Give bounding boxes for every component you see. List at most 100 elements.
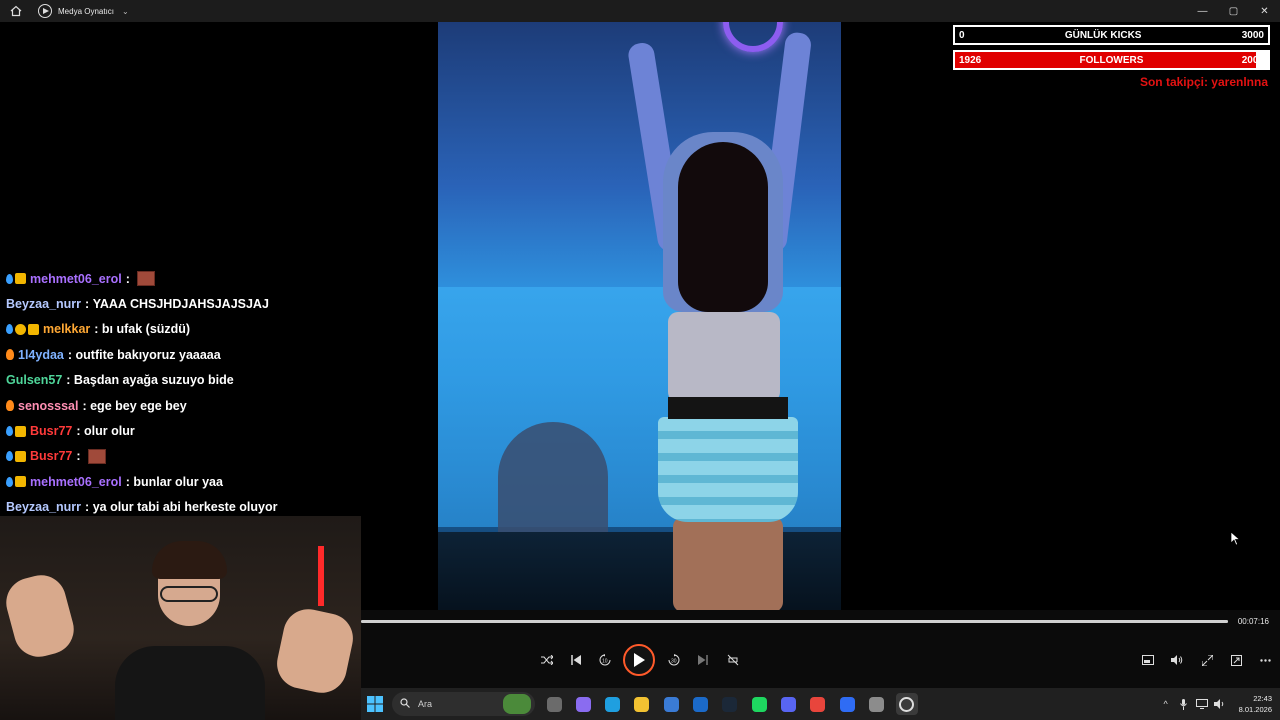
edge-icon[interactable]	[603, 694, 623, 714]
network-icon[interactable]	[1193, 695, 1211, 713]
home-icon[interactable]	[8, 3, 24, 19]
file-explorer-icon[interactable]	[544, 694, 564, 714]
blue-app-icon[interactable]	[837, 694, 857, 714]
chat-message: Beyzaa_nurr: YAAA CHSJHDJAHSJAJSJAJ	[0, 291, 438, 316]
system-clock[interactable]: 22:43 8.01.2026	[1239, 693, 1272, 715]
last-follower-text: Son takipçi: yarenlnna	[1139, 75, 1268, 89]
store-icon[interactable]	[661, 694, 681, 714]
chat-username[interactable]: Gulsen57	[6, 373, 62, 387]
chat-username[interactable]: Beyzaa_nurr	[6, 297, 81, 311]
cast-icon[interactable]	[1226, 650, 1246, 670]
crown-badge-icon	[15, 273, 26, 285]
chat-username[interactable]: Busr77	[30, 449, 72, 463]
performer-top	[668, 312, 780, 402]
user-badges	[6, 425, 26, 437]
media-player-icon[interactable]	[895, 693, 918, 715]
more-icon[interactable]	[1255, 650, 1275, 670]
close-button[interactable]: ✕	[1249, 0, 1280, 22]
window-title: Medya Oynatıcı	[58, 6, 115, 16]
folder-glyph	[634, 696, 650, 712]
speaker-icon[interactable]	[1211, 695, 1229, 713]
fullscreen-icon[interactable]	[1197, 650, 1217, 670]
taskbar: Ara ^ 22:43 8.01.2026	[361, 688, 1280, 720]
chat-username[interactable]: Busr77	[30, 424, 72, 438]
spotify-glyph	[751, 696, 767, 712]
chat-text: ege bey ege bey	[90, 398, 187, 413]
red-light	[318, 546, 324, 606]
maximize-button[interactable]: ▢	[1218, 0, 1249, 22]
spotify-icon[interactable]	[749, 694, 769, 714]
repeat-off-icon[interactable]	[723, 650, 743, 670]
play-button[interactable]	[623, 644, 655, 676]
user-badges	[6, 323, 39, 335]
user-badges	[6, 349, 14, 361]
chat-username[interactable]: mehmet06_erol	[30, 475, 122, 489]
title-bar: Medya Oynatıcı ⌄ — ▢ ✕	[0, 0, 1280, 22]
chat-text: bunlar olur yaa	[133, 474, 223, 489]
svg-text:30: 30	[671, 659, 677, 665]
chat-username[interactable]: senosssal	[18, 399, 78, 413]
volume-icon[interactable]	[1167, 650, 1187, 670]
kicks-label: GÜNLÜK KICKS	[1064, 29, 1142, 41]
media-controls: 00:07:16 10 30	[361, 610, 1280, 688]
kicks-goal-bar: 0 GÜNLÜK KICKS 3000	[953, 25, 1270, 45]
search-icon	[400, 698, 410, 710]
chat-overlay: mehmet06_erol: Beyzaa_nurr: YAAA CHSJHDJ…	[0, 266, 438, 520]
window-controls: — ▢ ✕	[1187, 0, 1280, 22]
purple-ring	[723, 22, 783, 52]
minimize-button[interactable]: —	[1187, 0, 1218, 22]
next-icon[interactable]	[693, 650, 713, 670]
folder-icon[interactable]	[632, 694, 652, 714]
user-badges	[6, 450, 26, 462]
chat-colon: :	[85, 500, 93, 515]
seek-progress	[361, 620, 1228, 623]
settings-icon[interactable]	[866, 694, 886, 714]
clock-date: 8.01.2026	[1238, 705, 1272, 714]
miniplayer-icon[interactable]	[1138, 650, 1158, 670]
chevron-up-icon[interactable]: ^	[1157, 695, 1175, 713]
drop-badge-icon	[6, 451, 13, 462]
outlook-icon[interactable]	[691, 694, 711, 714]
streamer-hair	[152, 541, 227, 579]
chat-username[interactable]: Beyzaa_nurr	[6, 500, 81, 514]
taskbar-search[interactable]: Ara	[392, 692, 535, 716]
performer-skirt	[658, 417, 798, 522]
steam-icon[interactable]	[720, 694, 740, 714]
svg-text:10: 10	[602, 659, 608, 665]
copilot-icon[interactable]	[573, 694, 593, 714]
discord-icon[interactable]	[778, 694, 798, 714]
emote-image	[88, 448, 107, 464]
chat-text: olur olur	[84, 424, 135, 439]
chat-username[interactable]: mehmet06_erol	[30, 272, 122, 286]
windows-start-icon[interactable]	[365, 694, 385, 714]
transport-controls: 10 30	[361, 642, 1280, 678]
chat-colon: :	[125, 271, 134, 286]
blue-app-glyph	[839, 696, 855, 712]
crown-badge-icon	[28, 323, 39, 335]
chat-message: mehmet06_erol: bunlar olur yaa	[0, 469, 438, 494]
previous-icon[interactable]	[566, 650, 586, 670]
chat-message: mehmet06_erol:	[0, 266, 438, 291]
performer-legs	[673, 517, 783, 610]
chat-message: 1l4ydaa: outfite bakıyoruz yaaaaa	[0, 342, 438, 367]
title-chevron-icon[interactable]: ⌄	[122, 7, 129, 16]
user-badges	[6, 400, 14, 412]
chrome-icon[interactable]	[808, 694, 828, 714]
drop-badge-icon	[6, 324, 13, 335]
chat-username[interactable]: 1l4ydaa	[18, 348, 64, 362]
crown-badge-icon	[15, 450, 26, 462]
microphone-icon[interactable]	[1175, 695, 1193, 713]
chat-message: senosssal: ege bey ege bey	[0, 393, 438, 418]
rewind-10-icon[interactable]: 10	[595, 650, 615, 670]
chat-message: melkkar: bı ufak (süzdü)	[0, 317, 438, 342]
forward-30-icon[interactable]: 30	[664, 650, 684, 670]
video-frame[interactable]	[438, 22, 841, 610]
play-icon	[634, 653, 645, 667]
seek-bar[interactable]	[361, 620, 1228, 623]
shuffle-icon[interactable]	[537, 650, 557, 670]
chat-colon: :	[66, 373, 74, 388]
desktop-screen: Medya Oynatıcı ⌄ — ▢ ✕ 0 GÜNLÜK KICKS 30…	[0, 0, 1280, 720]
outlook-glyph	[693, 696, 708, 712]
edge-glyph	[605, 696, 621, 712]
chat-username[interactable]: melkkar	[43, 322, 90, 336]
